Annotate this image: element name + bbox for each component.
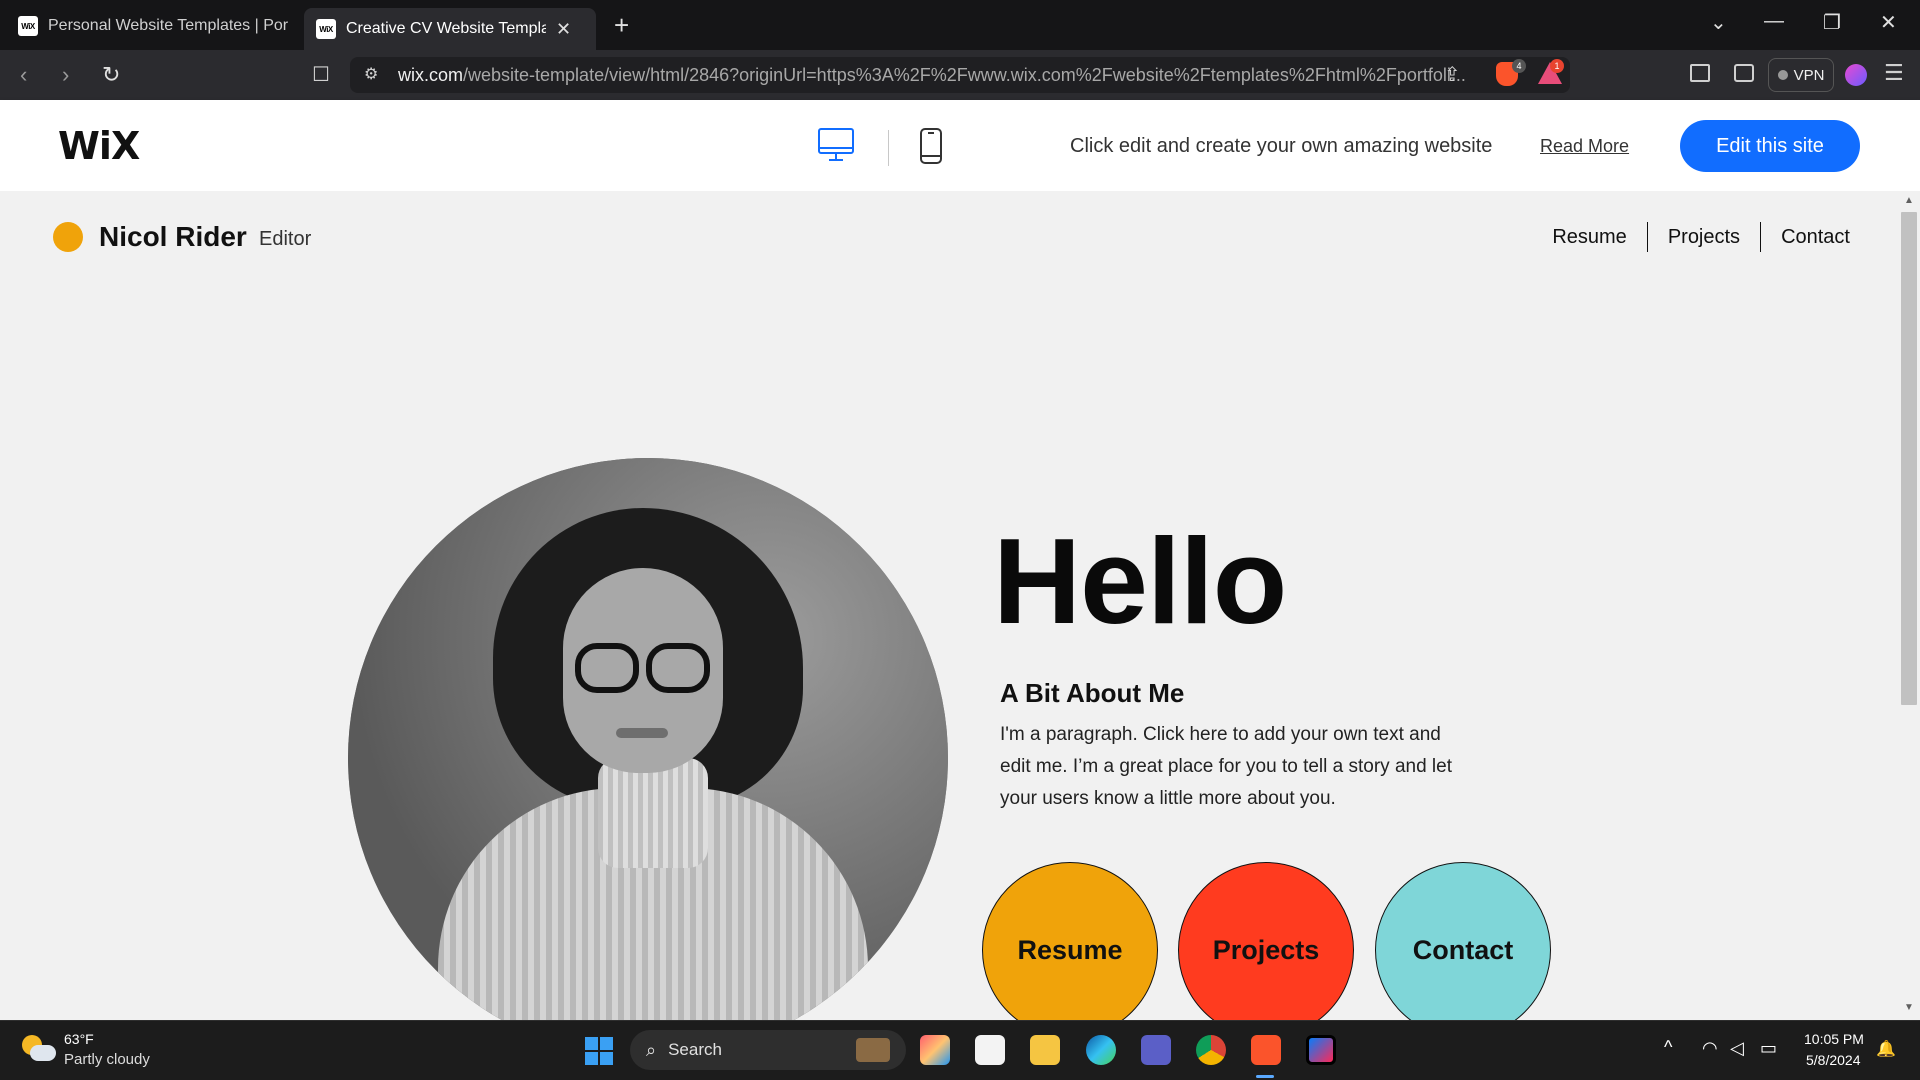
vpn-status-icon bbox=[1777, 70, 1788, 80]
photo-collar bbox=[598, 758, 708, 868]
sidebar-toggle-icon[interactable] bbox=[1690, 64, 1710, 82]
vpn-label: VPN bbox=[1793, 66, 1825, 84]
website-preview: Nicol Rider Editor Resume Projects Conta… bbox=[0, 191, 1900, 1020]
search-icon: ⌕ bbox=[646, 1039, 657, 1060]
brand-role: Editor bbox=[259, 228, 312, 250]
close-tab-icon[interactable]: ✕ bbox=[556, 19, 571, 40]
wix-logo[interactable]: WiX bbox=[58, 124, 140, 168]
photo-lips bbox=[616, 728, 668, 738]
wix-tagline: Click edit and create your own amazing w… bbox=[1070, 135, 1493, 157]
notification-bell-icon[interactable]: 🔔 bbox=[1876, 1039, 1896, 1059]
wix-favicon-icon: WiX bbox=[316, 19, 336, 39]
search-label: Search bbox=[668, 1040, 722, 1059]
volume-icon[interactable]: ◁ bbox=[1730, 1038, 1744, 1059]
new-tab-button[interactable]: + bbox=[614, 10, 629, 41]
desktop-view-icon[interactable] bbox=[818, 128, 854, 162]
profile-photo bbox=[348, 458, 948, 1020]
nav-resume[interactable]: Resume bbox=[1532, 221, 1646, 253]
site-settings-icon[interactable]: ⚙ bbox=[364, 64, 378, 84]
scroll-up-arrow-icon[interactable]: ▲ bbox=[1904, 195, 1914, 206]
cloud-shape bbox=[30, 1045, 56, 1061]
bookmark-icon[interactable]: ☐ bbox=[312, 62, 330, 87]
clock-date[interactable]: 5/8/2024 bbox=[1806, 1052, 1861, 1068]
start-tile bbox=[600, 1037, 613, 1050]
chrome-icon[interactable] bbox=[1196, 1035, 1226, 1065]
minimize-icon[interactable]: — bbox=[1764, 10, 1784, 33]
address-bar[interactable]: wix.com/website-template/view/html/2846?… bbox=[350, 57, 1570, 93]
photo-glasses-left bbox=[575, 643, 639, 693]
weather-temperature[interactable]: 63°F bbox=[64, 1031, 94, 1047]
nav-projects[interactable]: Projects bbox=[1648, 221, 1760, 253]
wallet-icon[interactable] bbox=[1734, 64, 1754, 82]
site-navigation: Resume Projects Contact bbox=[1532, 221, 1870, 253]
tab-creative-cv-template[interactable]: WiX Creative CV Website Template | ✕ bbox=[304, 8, 596, 50]
about-paragraph: I'm a paragraph. Click here to add your … bbox=[1000, 724, 1453, 809]
reload-icon[interactable]: ↻ bbox=[102, 62, 120, 88]
scroll-down-arrow-icon[interactable]: ▼ bbox=[1904, 1002, 1914, 1013]
vpn-button[interactable]: VPN bbox=[1768, 58, 1834, 92]
wifi-icon[interactable]: ◠ bbox=[1702, 1038, 1718, 1059]
scrollbar-thumb[interactable] bbox=[1901, 212, 1917, 705]
browser-tab-bar: WiX Personal Website Templates | Portfol… bbox=[0, 0, 1920, 50]
back-icon[interactable]: ‹ bbox=[20, 62, 27, 88]
edge-icon[interactable] bbox=[1086, 1035, 1116, 1065]
partly-cloudy-icon[interactable] bbox=[22, 1035, 56, 1063]
tray-chevron-icon[interactable]: ^ bbox=[1664, 1037, 1672, 1058]
wix-favicon-icon: WiX bbox=[18, 16, 38, 36]
copilot-icon[interactable] bbox=[920, 1035, 950, 1065]
about-title: A Bit About Me bbox=[1000, 678, 1185, 708]
close-window-icon[interactable]: ✕ bbox=[1880, 10, 1897, 35]
tab-personal-website-templates[interactable]: WiX Personal Website Templates | Portfol… bbox=[6, 8, 300, 44]
edit-this-site-button[interactable]: Edit this site bbox=[1680, 120, 1860, 172]
search-highlight-icon bbox=[856, 1038, 890, 1062]
clock-time[interactable]: 10:05 PM bbox=[1804, 1031, 1864, 1047]
active-app-indicator bbox=[1256, 1075, 1274, 1078]
intellij-icon[interactable] bbox=[1306, 1035, 1336, 1065]
file-explorer-icon[interactable] bbox=[1030, 1035, 1060, 1065]
url-host: wix.com bbox=[398, 64, 464, 85]
battery-icon[interactable]: ▭ bbox=[1760, 1038, 1777, 1059]
read-more-link[interactable]: Read More bbox=[1540, 136, 1629, 157]
url-path: /website-template/view/html/2846?originU… bbox=[463, 64, 1466, 85]
resume-circle-button[interactable]: Resume bbox=[982, 862, 1158, 1020]
rewards-count: 1 bbox=[1550, 59, 1564, 73]
start-tile bbox=[585, 1037, 598, 1050]
forward-icon[interactable]: › bbox=[62, 62, 69, 88]
view-divider bbox=[888, 130, 889, 166]
restore-icon[interactable]: ❐ bbox=[1823, 10, 1841, 35]
photo-glasses-right bbox=[646, 643, 710, 693]
tab-search-chevron-icon[interactable]: ⌄ bbox=[1710, 10, 1727, 35]
tab-title: Personal Website Templates | Portfoli bbox=[48, 17, 288, 34]
nav-contact[interactable]: Contact bbox=[1761, 221, 1870, 253]
mobile-view-icon[interactable] bbox=[920, 128, 942, 164]
browser-toolbar: ‹ › ↻ ☐ wix.com/website-template/view/ht… bbox=[0, 50, 1920, 100]
brave-icon[interactable] bbox=[1251, 1035, 1281, 1065]
projects-circle-button[interactable]: Projects bbox=[1178, 862, 1354, 1020]
brand-dot-icon bbox=[53, 222, 83, 252]
tab-title: Creative CV Website Template | bbox=[346, 20, 546, 37]
hamburger-menu-icon[interactable]: ☰ bbox=[1884, 60, 1904, 86]
start-tile bbox=[600, 1052, 613, 1065]
start-tile bbox=[585, 1052, 598, 1065]
wix-preview-bar: WiX Click edit and create your own amazi… bbox=[0, 100, 1920, 191]
windows-taskbar: 63°F Partly cloudy ⌕ Search ^ ◠ ◁ ▭ 10:0… bbox=[0, 1020, 1920, 1080]
windows-start-icon[interactable] bbox=[585, 1037, 613, 1065]
share-icon[interactable]: ⇪ bbox=[1444, 62, 1461, 87]
contact-circle-button[interactable]: Contact bbox=[1375, 862, 1551, 1020]
teams-icon[interactable] bbox=[1141, 1035, 1171, 1065]
weather-description[interactable]: Partly cloudy bbox=[64, 1051, 150, 1068]
microsoft-store-icon[interactable] bbox=[975, 1035, 1005, 1065]
brave-shields-count: 4 bbox=[1512, 59, 1526, 73]
profile-avatar[interactable] bbox=[1845, 64, 1867, 86]
taskbar-search[interactable]: ⌕ Search bbox=[630, 1030, 906, 1070]
hero-heading: Hello bbox=[993, 513, 1287, 649]
brand-name[interactable]: Nicol Rider bbox=[99, 221, 247, 253]
